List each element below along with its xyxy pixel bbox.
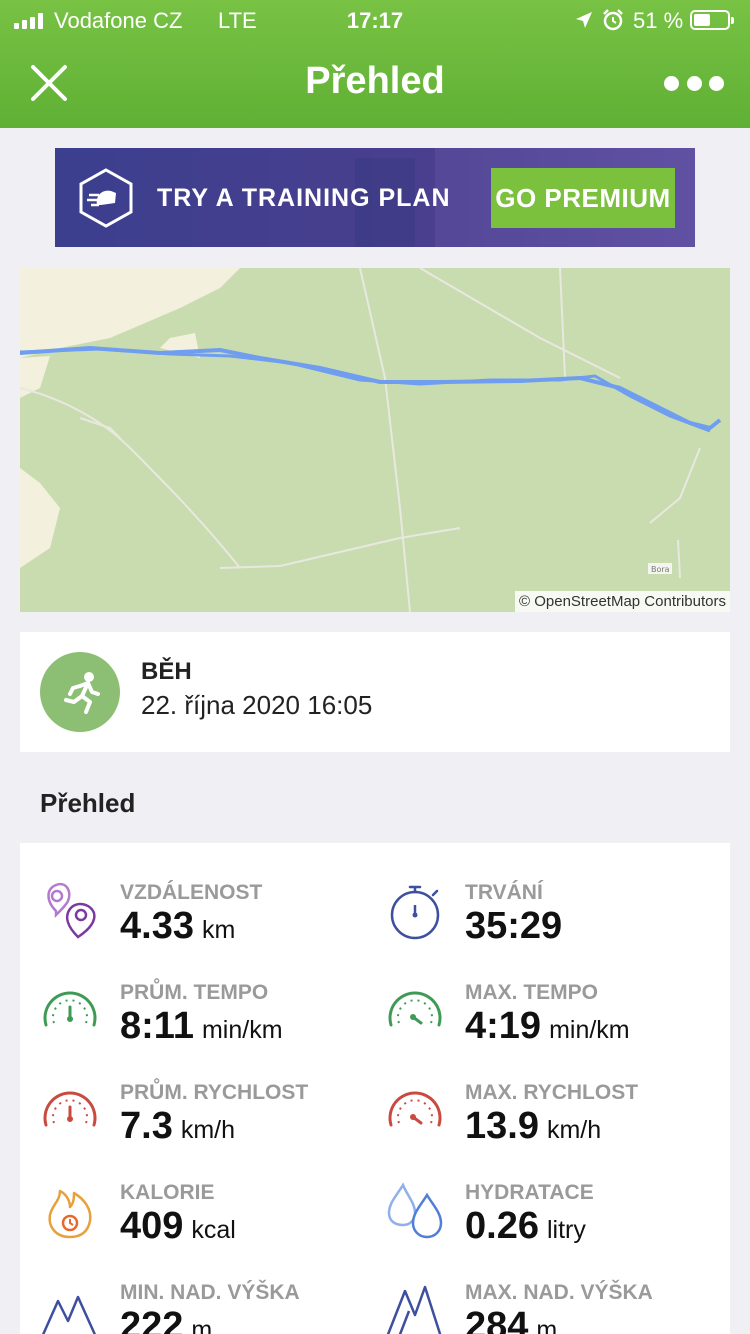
mountain-icon [41, 1295, 97, 1334]
stat-value: 35:29 [465, 905, 563, 947]
map-attribution: © OpenStreetMap Contributors [515, 591, 730, 612]
battery-percent: 51 % [633, 8, 684, 33]
speedometer-icon [388, 991, 442, 1027]
activity-icon-circle [40, 652, 120, 732]
training-plan-icon [79, 168, 133, 228]
alarm-icon [603, 9, 623, 31]
stat-distance: VZDÁLENOST 4.33 km [40, 881, 370, 971]
more-options-icon[interactable] [664, 70, 724, 96]
stat-label: HYDRATACE [465, 1181, 594, 1204]
summary-section-title: Přehled [40, 788, 136, 818]
mountain-icon [386, 1285, 442, 1334]
stat-label: TRVÁNÍ [465, 881, 543, 904]
premium-banner[interactable]: TRY A TRAINING PLAN GO PREMIUM [55, 148, 695, 247]
stat-value: 222 [120, 1305, 184, 1334]
stat-value: 284 [465, 1305, 529, 1334]
stat-avg-speed: PRŮM. RYCHLOST 7.3 km/h [40, 1081, 370, 1171]
stat-unit: km/h [180, 1116, 236, 1144]
stat-label: MAX. RYCHLOST [465, 1081, 639, 1104]
status-bar: Vodafone CZ LTE 17:17 51 % [0, 0, 750, 40]
stat-max-pace: MAX. TEMPO 4:19 min/km [385, 981, 715, 1071]
stat-max-elevation: MAX. NAD. VÝŠKA 284 m [385, 1281, 715, 1334]
stat-unit: litry [546, 1216, 586, 1244]
map-place-label: Bora [651, 565, 670, 574]
stat-value: 409 [120, 1205, 184, 1247]
stat-unit: min/km [549, 1016, 630, 1044]
stat-value: 13.9 [465, 1105, 539, 1147]
stat-label: PRŮM. RYCHLOST [120, 1081, 309, 1104]
activity-date: 22. října 2020 16:05 [141, 690, 373, 720]
stat-unit: km/h [546, 1116, 602, 1144]
stat-label: MIN. NAD. VÝŠKA [120, 1281, 300, 1304]
page-title: Přehled [305, 60, 445, 102]
stat-label: PRŮM. TEMPO [120, 981, 269, 1004]
stat-unit: m [191, 1316, 213, 1334]
location-pins-icon [47, 882, 96, 939]
flame-icon [48, 1189, 92, 1239]
app-header: Vodafone CZ LTE 17:17 51 % Přehled [0, 0, 750, 128]
stat-label: MAX. TEMPO [465, 981, 599, 1004]
stat-hydration: HYDRATACE 0.26 litry [385, 1181, 715, 1271]
activity-card: BĚH 22. října 2020 16:05 [20, 632, 730, 752]
stat-min-elevation: MIN. NAD. VÝŠKA 222 m [40, 1281, 370, 1334]
map-canvas: Bora [20, 268, 730, 612]
go-premium-button[interactable]: GO PREMIUM [491, 168, 675, 228]
stats-card: VZDÁLENOST 4.33 km TRVÁNÍ 35:29 PRŮM. TEM… [20, 843, 730, 1334]
stat-duration: TRVÁNÍ 35:29 [385, 881, 715, 971]
stat-avg-pace: PRŮM. TEMPO 8:11 min/km [40, 981, 370, 1071]
stat-value: 0.26 [465, 1205, 539, 1247]
battery-icon [690, 10, 734, 30]
stat-unit: m [536, 1316, 558, 1334]
stat-unit: kcal [191, 1216, 236, 1244]
stat-label: KALORIE [120, 1181, 215, 1204]
route-map[interactable]: Bora © OpenStreetMap Contributors [20, 268, 730, 612]
stat-value: 8:11 [120, 1005, 194, 1047]
stat-value: 7.3 [120, 1105, 173, 1147]
banner-text: TRY A TRAINING PLAN [157, 184, 451, 212]
stat-label: MAX. NAD. VÝŠKA [465, 1281, 653, 1304]
location-arrow-icon [576, 12, 592, 28]
stat-label: VZDÁLENOST [120, 881, 263, 904]
stat-calories: KALORIE 409 kcal [40, 1181, 370, 1271]
stat-value: 4:19 [465, 1005, 542, 1047]
speedometer-icon [43, 991, 97, 1027]
stat-unit: km [201, 916, 236, 944]
stopwatch-icon [390, 885, 440, 940]
stat-max-speed: MAX. RYCHLOST 13.9 km/h [385, 1081, 715, 1171]
speedometer-icon [43, 1091, 97, 1127]
stat-unit: min/km [201, 1016, 283, 1044]
activity-type: BĚH [141, 658, 192, 685]
speedometer-icon [388, 1091, 442, 1127]
stat-value: 4.33 [120, 905, 194, 947]
water-drops-icon [387, 1182, 443, 1239]
running-icon [64, 672, 100, 714]
